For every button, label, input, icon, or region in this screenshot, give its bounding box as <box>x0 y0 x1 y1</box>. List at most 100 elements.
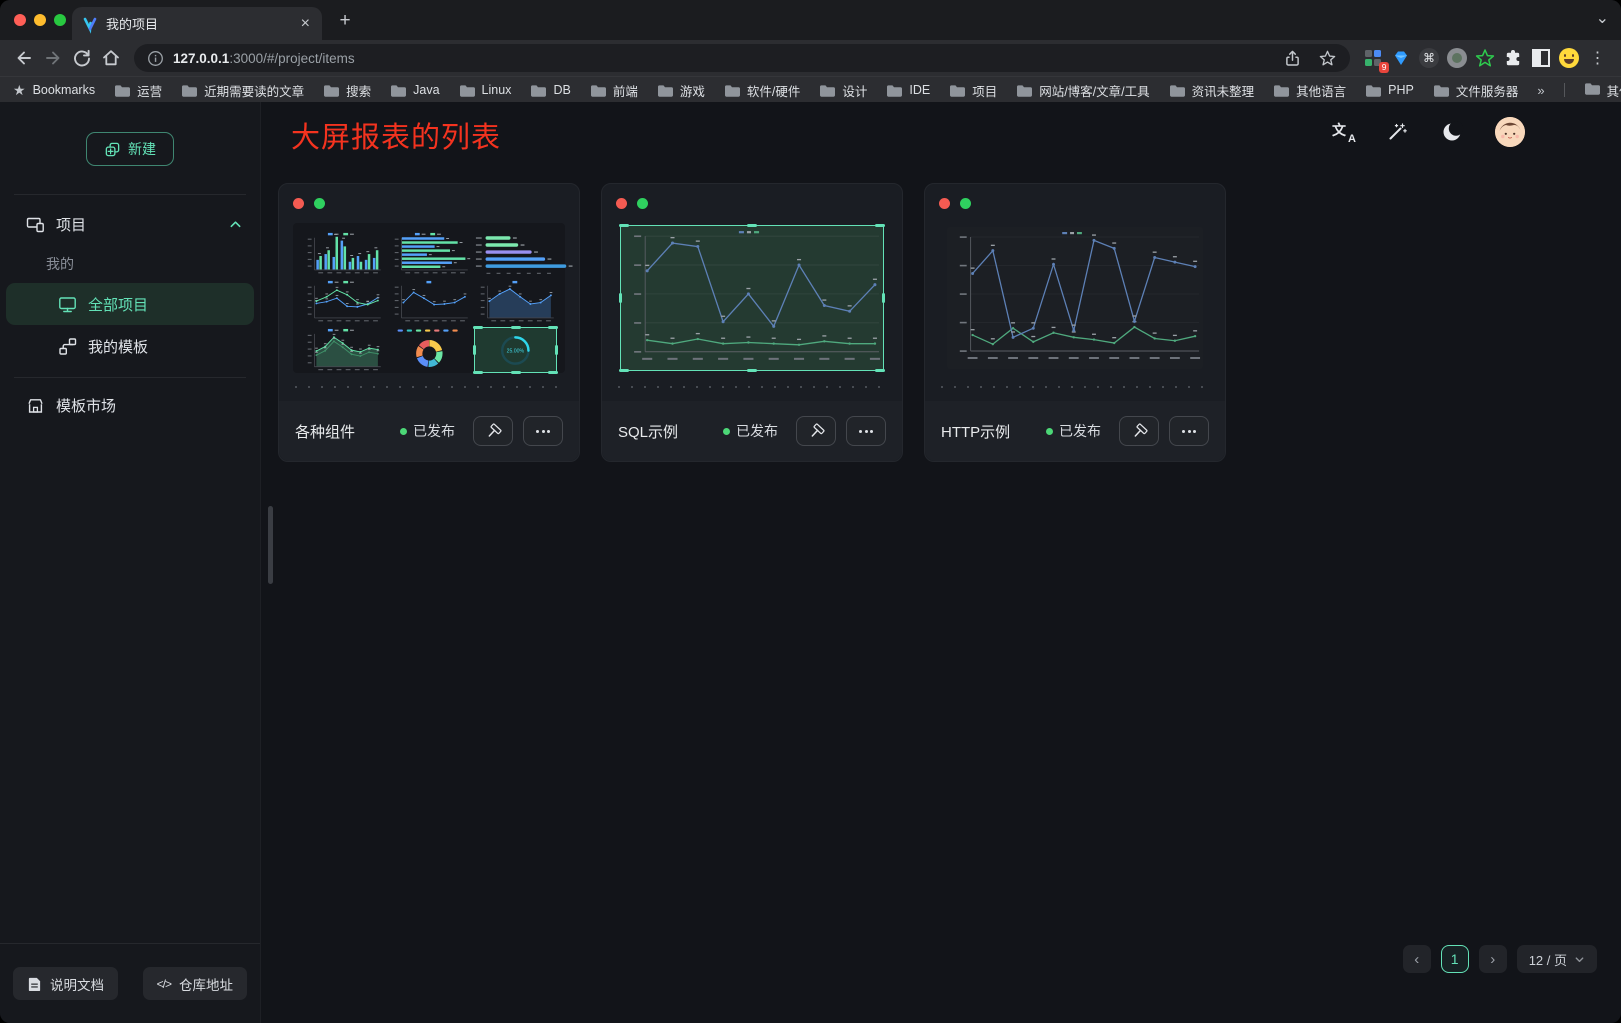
selection-handle[interactable] <box>875 369 885 372</box>
bookmarks-root[interactable]: ★ Bookmarks <box>13 82 95 99</box>
moon-icon[interactable] <box>1440 120 1464 144</box>
selection-handle[interactable] <box>511 371 521 374</box>
bookmark-item[interactable]: 文件服务器 <box>1433 81 1519 100</box>
sidebar-item-my-templates[interactable]: 我的模板 <box>0 325 260 367</box>
selection-handle[interactable] <box>473 345 476 355</box>
tab-close-icon[interactable]: × <box>299 16 312 32</box>
folder-icon <box>886 84 902 97</box>
selection-handle[interactable] <box>555 345 558 355</box>
bookmark-item[interactable]: 网站/博客/文章/工具 <box>1016 81 1149 100</box>
project-card[interactable]: SQL示例 已发布 <box>601 183 903 462</box>
page-size-select[interactable]: 12 / 页 <box>1517 945 1597 973</box>
bookmark-star-icon[interactable] <box>1318 49 1337 68</box>
bookmark-item[interactable]: PHP <box>1365 83 1414 97</box>
bookmark-item[interactable]: Java <box>390 83 439 97</box>
browser-tab[interactable]: 我的项目 × <box>72 7 322 40</box>
selection-handle[interactable] <box>747 224 757 227</box>
sidebar-item-all-projects[interactable]: 全部项目 <box>6 283 254 325</box>
extension-star-icon[interactable] <box>1472 45 1498 71</box>
home-button[interactable] <box>97 45 124 72</box>
selection-handle[interactable] <box>548 326 558 329</box>
mini-hbar-chart <box>388 231 471 275</box>
extension-grid-icon[interactable]: 9 <box>1360 45 1386 71</box>
more-button[interactable] <box>846 416 886 446</box>
current-page-button[interactable]: 1 <box>1441 945 1469 973</box>
bookmark-item[interactable]: 运营 <box>114 81 162 100</box>
chart-panel <box>947 227 1203 369</box>
sidebar-group-project[interactable]: 项目 <box>0 203 260 245</box>
selected-chart-panel[interactable] <box>620 225 884 371</box>
star-icon: ★ <box>13 82 26 99</box>
bookmark-item[interactable]: 其他语言 <box>1273 81 1346 100</box>
project-card[interactable]: HTTP示例 已发布 <box>924 183 1226 462</box>
extension-cmd-icon[interactable]: ⌘ <box>1416 45 1442 71</box>
forward-button[interactable] <box>39 45 66 72</box>
extension-dark-reader-icon[interactable] <box>1528 45 1554 71</box>
edit-button[interactable] <box>473 416 513 446</box>
site-info-icon[interactable] <box>147 50 164 67</box>
next-page-button[interactable]: › <box>1479 945 1507 973</box>
card-preview[interactable] <box>616 223 888 373</box>
extensions-puzzle-icon[interactable] <box>1500 45 1526 71</box>
scrollbar-thumb[interactable] <box>268 506 273 584</box>
mini-line-chart <box>301 279 384 323</box>
bookmark-item[interactable]: DB <box>530 83 570 97</box>
more-button[interactable] <box>1169 416 1209 446</box>
bookmark-item[interactable]: 项目 <box>949 81 997 100</box>
selection-handle[interactable] <box>747 369 757 372</box>
selection-handle[interactable] <box>619 369 629 372</box>
selection-handle[interactable] <box>473 371 483 374</box>
bookmark-item[interactable]: 软件/硬件 <box>724 81 800 100</box>
translate-icon[interactable]: 文A <box>1332 122 1354 142</box>
minimize-window-button[interactable] <box>34 14 46 26</box>
sidebar-label-mine: 我的 <box>0 245 260 283</box>
sidebar-item-template-market[interactable]: 模板市场 <box>0 384 260 426</box>
bookmark-item[interactable]: 前端 <box>590 81 638 100</box>
new-tab-button[interactable]: + <box>334 10 356 32</box>
new-project-button[interactable]: 新建 <box>86 132 174 166</box>
selection-handle[interactable] <box>875 224 885 227</box>
prev-page-button[interactable]: ‹ <box>1403 945 1431 973</box>
selection-handle[interactable] <box>548 371 558 374</box>
card-title: HTTP示例 <box>941 421 1036 442</box>
bookmark-item[interactable]: 设计 <box>819 81 867 100</box>
bookmarks-overflow-chevron[interactable]: » <box>1537 83 1544 98</box>
chevron-up-icon[interactable] <box>229 218 242 231</box>
card-preview[interactable] <box>939 223 1211 373</box>
project-card[interactable]: 25.00% 各种组件 已发布 <box>278 183 580 462</box>
selection-handle[interactable] <box>619 224 629 227</box>
hammer-icon <box>485 423 502 440</box>
edit-button[interactable] <box>1119 416 1159 446</box>
repo-button[interactable]: </> 仓库地址 <box>143 967 247 1000</box>
docs-button[interactable]: 说明文档 <box>13 967 118 1000</box>
dotted-divider <box>618 386 886 388</box>
bookmark-item[interactable]: IDE <box>886 83 930 97</box>
close-window-button[interactable] <box>14 14 26 26</box>
card-preview[interactable]: 25.00% <box>293 223 565 373</box>
other-bookmarks[interactable]: 其他书签 <box>1584 81 1621 100</box>
selection-handle[interactable] <box>882 293 885 303</box>
zoom-window-button[interactable] <box>54 14 66 26</box>
browser-menu-icon[interactable]: ⋮ <box>1584 45 1611 72</box>
bookmark-item[interactable]: 游戏 <box>657 81 705 100</box>
bookmark-item[interactable]: 资讯未整理 <box>1169 81 1255 100</box>
extension-emoji-icon[interactable] <box>1556 45 1582 71</box>
bookmark-item[interactable]: 搜索 <box>323 81 371 100</box>
magic-wand-icon[interactable] <box>1385 120 1409 144</box>
back-button[interactable] <box>10 45 37 72</box>
selection-handle[interactable] <box>511 326 521 329</box>
extension-camera-icon[interactable] <box>1444 45 1470 71</box>
avatar[interactable] <box>1495 117 1525 147</box>
tab-search-icon[interactable]: ⌄ <box>1596 8 1609 28</box>
folder-icon <box>323 84 339 97</box>
reload-button[interactable] <box>68 45 95 72</box>
bookmark-item[interactable]: Linux <box>459 83 512 97</box>
extension-gem-icon[interactable] <box>1388 45 1414 71</box>
edit-button[interactable] <box>796 416 836 446</box>
bookmark-item[interactable]: 近期需要读的文章 <box>181 81 304 100</box>
share-icon[interactable] <box>1283 49 1302 68</box>
more-button[interactable] <box>523 416 563 446</box>
selection-handle[interactable] <box>619 293 622 303</box>
address-bar[interactable]: 127.0.0.1:3000/#/project/items <box>134 44 1350 72</box>
tab-title: 我的项目 <box>106 14 291 33</box>
